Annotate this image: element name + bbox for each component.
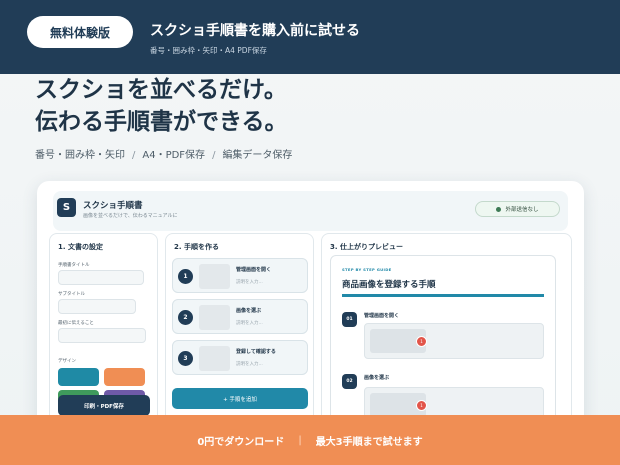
step-title: 画像を選ぶ xyxy=(236,308,262,314)
panel-title: 2. 手順を作る xyxy=(174,243,219,251)
field-label-subtitle: サブタイトル xyxy=(58,292,85,297)
panel-title: 3. 仕上がりプレビュー xyxy=(330,243,403,251)
field-label-intro: 最初に伝えること xyxy=(58,321,94,326)
hero-headline: スクショを並べるだけ。 伝わる手順書ができる。 xyxy=(35,74,288,138)
step-thumbnail[interactable] xyxy=(199,305,230,330)
design-swatch-teal[interactable] xyxy=(58,368,99,386)
app-logo: S xyxy=(57,198,76,217)
step-title: 管理画面を開く xyxy=(236,267,272,273)
design-swatch-orange[interactable] xyxy=(104,368,145,386)
number-marker-icon: 1 xyxy=(416,400,427,411)
top-banner: 無料体験版 スクショ手順書を購入前に試せる 番号・囲み枠・矢印・A4 PDF保存 xyxy=(0,0,620,74)
download-cta[interactable]: 0円でダウンロード xyxy=(197,433,284,448)
preview-step-title: 管理画面を開く xyxy=(364,313,400,319)
step-number: 1 xyxy=(178,269,193,284)
preview-title: 商品画像を登録する手順 xyxy=(342,280,436,290)
document-settings-panel: 1. 文書の設定 手順書タイトル サブタイトル 最初に伝えること デザイン 印刷… xyxy=(49,233,158,431)
subtitle-input[interactable] xyxy=(58,299,136,314)
feature-item: 番号・囲み枠・矢印 xyxy=(35,150,125,161)
title-input[interactable] xyxy=(58,270,144,285)
app-header: S スクショ手順書 画像を並べるだけで、伝わるマニュアルに 外部送信なし xyxy=(53,191,568,231)
step-number: 3 xyxy=(178,351,193,366)
intro-input[interactable] xyxy=(58,328,146,343)
preview-step-number: 01 xyxy=(342,312,357,327)
step-card[interactable]: 3 登録して確認する 説明を入力... xyxy=(172,340,308,375)
status-label: 外部送信なし xyxy=(505,207,539,213)
cta-separator: | xyxy=(298,434,302,446)
step-thumbnail[interactable] xyxy=(199,346,230,371)
feature-item: A4・PDF保存 xyxy=(142,150,206,161)
feature-list: 番号・囲み枠・矢印 / A4・PDF保存 / 編集データ保存 xyxy=(35,146,292,161)
step-description[interactable]: 説明を入力... xyxy=(236,279,263,285)
step-description[interactable]: 説明を入力... xyxy=(236,361,263,367)
field-label-title: 手順書タイトル xyxy=(58,263,90,268)
steps-panel: 2. 手順を作る 1 管理画面を開く 説明を入力... 2 画像を選ぶ 説明を入… xyxy=(165,233,314,431)
step-card[interactable]: 2 画像を選ぶ 説明を入力... xyxy=(172,299,308,334)
feature-item: 編集データ保存 xyxy=(222,150,293,161)
preview-step-image: 1 xyxy=(364,323,544,359)
download-cta-bar[interactable]: 0円でダウンロード | 最大3手順まで試せます xyxy=(0,415,620,465)
hero-line-1: スクショを並べるだけ。 xyxy=(35,77,287,103)
step-title: 登録して確認する xyxy=(236,349,276,355)
add-step-button[interactable]: + 手順を追加 xyxy=(172,388,308,409)
preview-step-number: 02 xyxy=(342,374,357,389)
step-card[interactable]: 1 管理画面を開く 説明を入力... xyxy=(172,258,308,293)
print-pdf-button[interactable]: 印刷・PDF保存 xyxy=(58,395,150,416)
step-thumbnail[interactable] xyxy=(199,264,230,289)
preview-step-title: 画像を選ぶ xyxy=(364,375,390,381)
number-marker-icon: 1 xyxy=(416,336,427,347)
banner-subtitle: 番号・囲み枠・矢印・A4 PDF保存 xyxy=(150,46,267,55)
feature-separator: / xyxy=(132,150,136,161)
preview-document: STEP BY STEP GUIDE 商品画像を登録する手順 01 管理画面を開… xyxy=(330,255,556,431)
app-window: S スクショ手順書 画像を並べるだけで、伝わるマニュアルに 外部送信なし 1. … xyxy=(37,181,584,431)
panel-title: 1. 文書の設定 xyxy=(58,243,103,251)
status-badge: 外部送信なし xyxy=(475,201,560,217)
app-title: スクショ手順書 xyxy=(83,201,143,211)
step-description[interactable]: 説明を入力... xyxy=(236,320,263,326)
preview-panel: 3. 仕上がりプレビュー STEP BY STEP GUIDE 商品画像を登録す… xyxy=(321,233,572,431)
app-subtitle: 画像を並べるだけで、伝わるマニュアルに xyxy=(83,213,178,219)
preview-title-rule xyxy=(342,294,544,297)
free-trial-badge: 無料体験版 xyxy=(27,16,133,48)
banner-title: スクショ手順書を購入前に試せる xyxy=(150,23,360,39)
feature-separator: / xyxy=(212,150,216,161)
trial-limit-note: 最大3手順まで試せます xyxy=(315,436,423,448)
hero-line-2: 伝わる手順書ができる。 xyxy=(35,109,288,135)
step-number: 2 xyxy=(178,310,193,325)
preview-guide-label: STEP BY STEP GUIDE xyxy=(342,267,392,272)
status-dot-icon xyxy=(496,206,502,212)
design-label: デザイン xyxy=(58,359,76,364)
